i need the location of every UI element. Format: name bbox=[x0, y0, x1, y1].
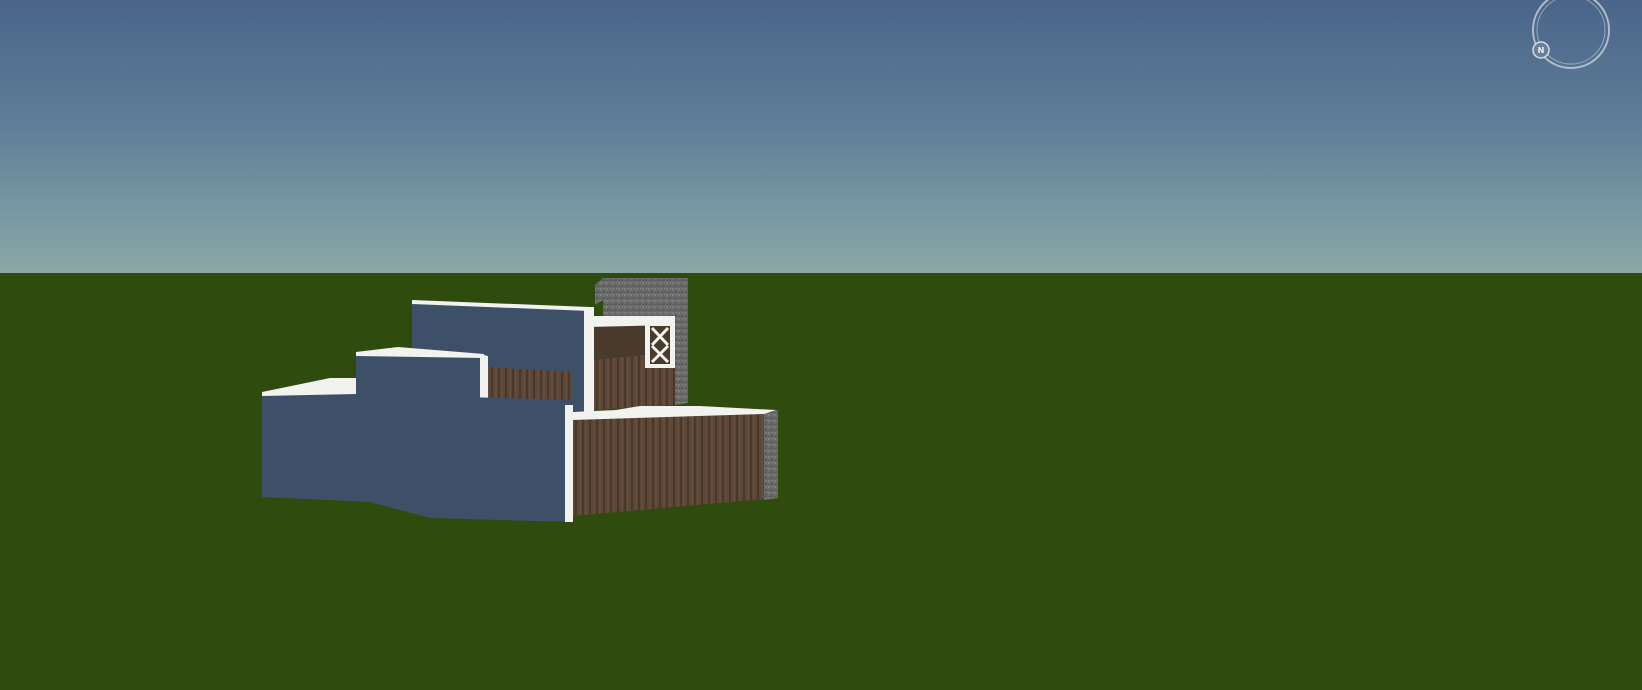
front-blue-wall-top-trim bbox=[262, 378, 356, 396]
middle-blue-wall-side-trim bbox=[480, 354, 488, 400]
lower-deck-wood-wall bbox=[572, 410, 778, 516]
compass-icon[interactable]: N bbox=[1525, 0, 1615, 76]
front-blue-wall-side-trim bbox=[565, 405, 573, 522]
compass-north-label: N bbox=[1538, 46, 1545, 55]
3d-viewport[interactable]: N bbox=[0, 0, 1642, 690]
compass-widget[interactable]: N bbox=[1525, 0, 1615, 76]
stone-wall-top-step bbox=[595, 278, 603, 305]
lower-deck-stone-end bbox=[764, 410, 778, 500]
front-blue-wall bbox=[262, 388, 572, 522]
building-model[interactable] bbox=[0, 0, 1642, 690]
